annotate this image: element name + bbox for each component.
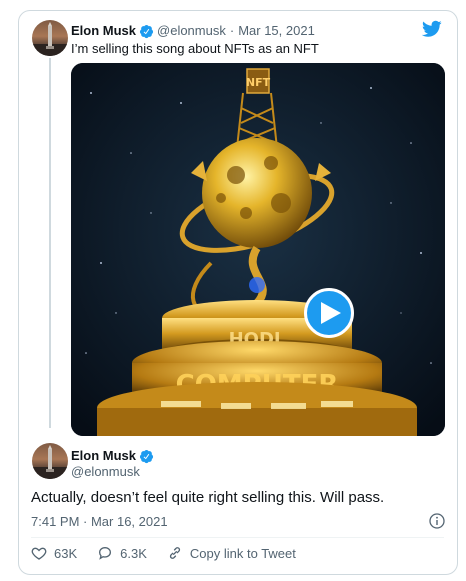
heart-icon [31,547,47,560]
video-thumbnail[interactable]: NFT HODL COMPUTER [71,63,445,436]
twitter-logo-icon[interactable] [421,20,442,38]
avatar[interactable] [32,20,68,56]
quoted-tweet-text: I’m selling this song about NFTs as an N… [71,41,319,56]
header-separator: · [229,23,235,38]
like-count: 63K [54,545,78,561]
reply-author-name[interactable]: Elon Musk [71,448,136,464]
verified-badge-icon [139,449,154,464]
tweet-date[interactable]: Mar 15, 2021 [238,22,315,40]
info-icon[interactable] [429,513,445,529]
actions-divider [31,537,444,538]
thread-connector-line [49,58,51,428]
link-icon [169,547,180,559]
reply-tweet-header: Elon Musk @elonmusk [71,448,157,480]
tweet-actions-bar: 63K 6.3K Copy link to Tweet [31,545,316,561]
copy-link-label: Copy link to Tweet [189,545,296,561]
reply-avatar[interactable] [32,443,68,479]
play-icon [321,302,341,324]
media-sign-text: NFT [246,76,271,89]
like-button[interactable]: 63K [31,545,77,561]
author-name[interactable]: Elon Musk [71,22,136,40]
quoted-tweet-header: Elon Musk @elonmusk · Mar 15, 2021 [71,22,315,40]
author-handle[interactable]: @elonmusk [157,22,226,40]
play-button[interactable] [304,288,354,338]
reply-tweet-text: Actually, doesn’t feel quite right selli… [31,489,385,506]
tweet-timestamp[interactable]: 7:41 PM · Mar 16, 2021 [31,513,168,531]
reply-button[interactable]: 6.3K [97,545,147,561]
reply-count: 6.3K [120,545,147,561]
copy-link-button[interactable]: Copy link to Tweet [167,545,296,561]
verified-badge-icon [139,24,154,39]
reply-author-handle[interactable]: @elonmusk [71,464,157,480]
reply-icon [99,546,112,560]
